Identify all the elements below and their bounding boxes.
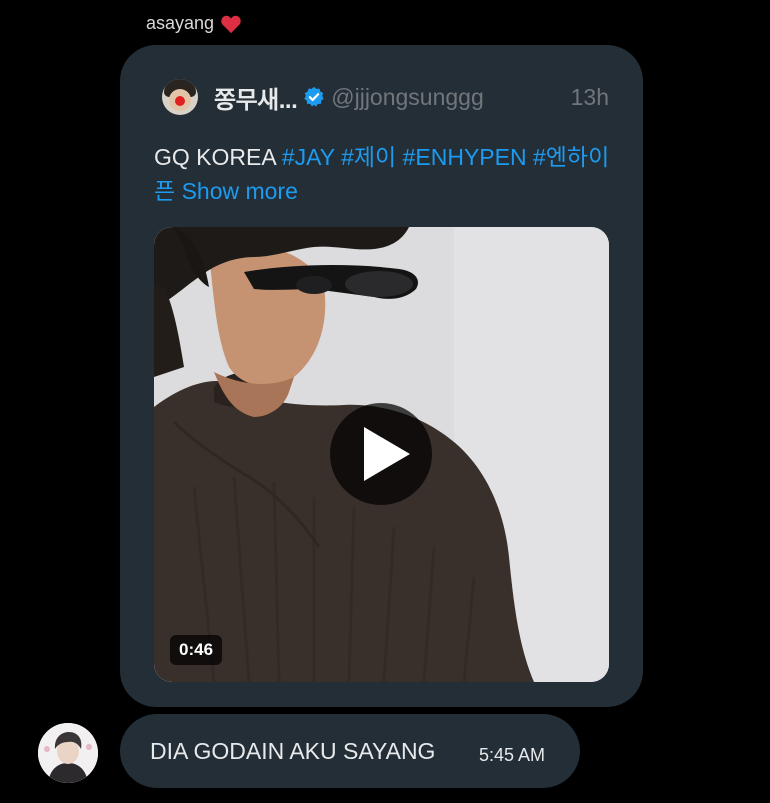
post-header: 쫑무새... @jjjongsunggg 13h xyxy=(162,79,609,115)
sender-label: asayang xyxy=(146,13,242,34)
author-display-name[interactable]: 쫑무새... xyxy=(214,80,298,115)
avatar-image xyxy=(38,723,98,783)
play-icon xyxy=(364,427,410,481)
author-handle[interactable]: @jjjongsunggg xyxy=(331,84,484,111)
play-button[interactable] xyxy=(330,403,432,505)
show-more-link[interactable]: Show more xyxy=(182,178,298,204)
verified-badge-icon xyxy=(304,86,324,107)
post-text-plain: GQ KOREA xyxy=(154,144,282,170)
hashtag-jay[interactable]: #JAY xyxy=(282,144,335,170)
user-avatar[interactable] xyxy=(38,723,98,783)
post-timestamp: 13h xyxy=(570,83,609,110)
post-text: GQ KOREA #JAY #제이 #ENHYPEN #엔하이픈 Show mo… xyxy=(154,140,614,208)
shared-post-bubble[interactable]: 쫑무새... @jjjongsunggg 13h GQ KOREA #JAY #… xyxy=(120,45,643,707)
video-player[interactable]: 0:46 xyxy=(154,227,609,682)
message-bubble[interactable]: DIA GODAIN AKU SAYANG 5:45 AM xyxy=(120,714,580,788)
message-timestamp: 5:45 AM xyxy=(479,745,546,765)
message-text: DIA GODAIN AKU SAYANG xyxy=(150,738,436,764)
sender-name: asayang xyxy=(146,13,215,33)
hashtag-enhypen[interactable]: #ENHYPEN xyxy=(403,144,527,170)
author-avatar[interactable] xyxy=(162,79,198,115)
dm-conversation: asayang 쫑무새... @jjjongsunggg 13h GQ KORE… xyxy=(0,0,770,803)
hashtag-jay-korean[interactable]: #제이 xyxy=(341,144,396,170)
red-heart-icon xyxy=(221,15,241,33)
video-duration-badge: 0:46 xyxy=(170,635,223,665)
